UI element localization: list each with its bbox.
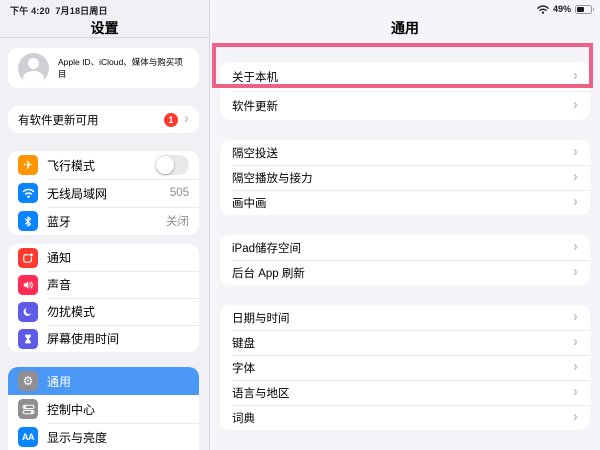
sidebar-item-label: 蓝牙 (47, 213, 157, 230)
status-indicators: 49% (537, 4, 592, 14)
sidebar-item-display-brightness[interactable]: AA 显示与亮度 (8, 423, 199, 450)
sounds-icon (18, 275, 38, 295)
sidebar-item-label: 显示与亮度 (47, 429, 189, 446)
detail-item-label: 键盘 (232, 335, 567, 351)
detail-item-airplay-handoff[interactable]: 隔空播放与接力 › (220, 165, 590, 190)
detail-item-language-region[interactable]: 语言与地区 › (220, 380, 590, 405)
sidebar-item-wlan[interactable]: 无线局域网 505 (8, 179, 199, 207)
detail-item-label: 画中画 (232, 195, 567, 211)
sidebar-item-general[interactable]: ⚙ 通用 (8, 367, 199, 395)
chevron-right-icon: › (573, 334, 578, 349)
sidebar-item-screen-time[interactable]: 屏幕使用时间 (8, 325, 199, 352)
detail-title: 通用 (210, 18, 600, 38)
wifi-icon (18, 183, 38, 203)
detail-item-dictionary[interactable]: 词典 › (220, 405, 590, 430)
control-center-icon (18, 399, 38, 419)
detail-item-date-time[interactable]: 日期与时间 › (220, 305, 590, 330)
sidebar-item-sounds[interactable]: 声音 (8, 271, 199, 298)
bluetooth-state-value: 关闭 (166, 213, 189, 229)
airplane-mode-toggle[interactable] (155, 155, 189, 175)
sidebar-item-label: 屏幕使用时间 (47, 330, 189, 347)
detail-item-keyboard[interactable]: 键盘 › (220, 330, 590, 355)
detail-item-label: 软件更新 (232, 98, 567, 114)
avatar (18, 53, 49, 84)
detail-item-fonts[interactable]: 字体 › (220, 355, 590, 380)
chevron-right-icon: › (573, 264, 578, 279)
detail-item-label: 后台 App 刷新 (232, 265, 567, 281)
gear-icon: ⚙ (18, 371, 38, 391)
chevron-right-icon: › (573, 384, 578, 399)
bluetooth-icon (18, 211, 38, 231)
detail-item-software-update[interactable]: 软件更新 › (220, 91, 590, 120)
chevron-right-icon: › (573, 194, 578, 209)
detail-item-label: 日期与时间 (232, 310, 567, 326)
battery-icon (575, 5, 592, 14)
software-update-banner[interactable]: 有软件更新可用 1 › (8, 106, 199, 133)
detail-item-label: 关于本机 (232, 69, 567, 85)
status-time-date: 下午 4:20 7月18日周日 (10, 4, 108, 17)
status-time: 下午 4:20 (10, 6, 50, 16)
sidebar-item-label: 控制中心 (47, 401, 189, 418)
general-detail-pane: 通用 关于本机 › 软件更新 › 隔空投送 › 隔空播 (210, 0, 600, 450)
moon-icon (18, 302, 38, 322)
status-date: 7月18日周日 (55, 6, 107, 16)
detail-item-picture-in-picture[interactable]: 画中画 › (220, 190, 590, 215)
detail-item-label: iPad储存空间 (232, 240, 567, 256)
airplane-icon: ✈ (18, 155, 38, 175)
detail-item-label: 语言与地区 (232, 385, 567, 401)
sidebar-item-notifications[interactable]: 通知 (8, 244, 199, 271)
sidebar-item-control-center[interactable]: 控制中心 (8, 395, 199, 423)
sidebar-item-bluetooth[interactable]: 蓝牙 关闭 (8, 207, 199, 235)
apple-id-label: Apple ID、iCloud、媒体与购买项目 (58, 56, 189, 80)
settings-app-window: 下午 4:20 7月18日周日 49% 设置 Apple ID、iCloud、媒… (0, 0, 600, 450)
update-count-badge: 1 (164, 113, 178, 127)
sidebar-item-label: 勿扰模式 (47, 303, 189, 320)
detail-item-background-app-refresh[interactable]: 后台 App 刷新 › (220, 260, 590, 285)
chevron-right-icon: › (573, 359, 578, 374)
chevron-right-icon: › (573, 169, 578, 184)
chevron-right-icon: › (573, 239, 578, 254)
detail-item-label: 隔空播放与接力 (232, 170, 567, 186)
sidebar-item-label: 通知 (47, 249, 189, 266)
sidebar-item-label: 声音 (47, 276, 189, 293)
detail-item-label: 字体 (232, 360, 567, 376)
detail-item-label: 词典 (232, 410, 567, 426)
detail-item-ipad-storage[interactable]: iPad储存空间 › (220, 235, 590, 260)
chevron-right-icon: › (573, 409, 578, 424)
chevron-right-icon: › (573, 144, 578, 159)
detail-item-about[interactable]: 关于本机 › (220, 62, 590, 91)
detail-item-airdrop[interactable]: 隔空投送 › (220, 140, 590, 165)
sidebar-item-label: 通用 (47, 373, 189, 390)
sidebar-item-label: 无线局域网 (47, 185, 161, 202)
apple-id-row[interactable]: Apple ID、iCloud、媒体与购买项目 (8, 48, 199, 88)
hourglass-icon (18, 329, 38, 349)
chevron-right-icon: › (573, 309, 578, 324)
chevron-right-icon: › (573, 68, 578, 83)
update-banner-label: 有软件更新可用 (18, 112, 158, 128)
detail-item-label: 隔空投送 (232, 145, 567, 161)
display-brightness-icon: AA (18, 427, 38, 447)
chevron-right-icon: › (184, 111, 189, 126)
notifications-icon (18, 248, 38, 268)
sidebar-item-do-not-disturb[interactable]: 勿扰模式 (8, 298, 199, 325)
sidebar-item-label: 飞行模式 (47, 157, 146, 174)
sidebar-title: 设置 (0, 18, 209, 38)
chevron-right-icon: › (573, 97, 578, 112)
wlan-network-value: 505 (170, 187, 189, 199)
wifi-status-icon (537, 5, 549, 14)
settings-sidebar: 设置 Apple ID、iCloud、媒体与购买项目 有软件更新可用 1 › (0, 0, 210, 450)
battery-percent-label: 49% (553, 4, 571, 14)
sidebar-item-airplane-mode[interactable]: ✈ 飞行模式 (8, 151, 199, 179)
